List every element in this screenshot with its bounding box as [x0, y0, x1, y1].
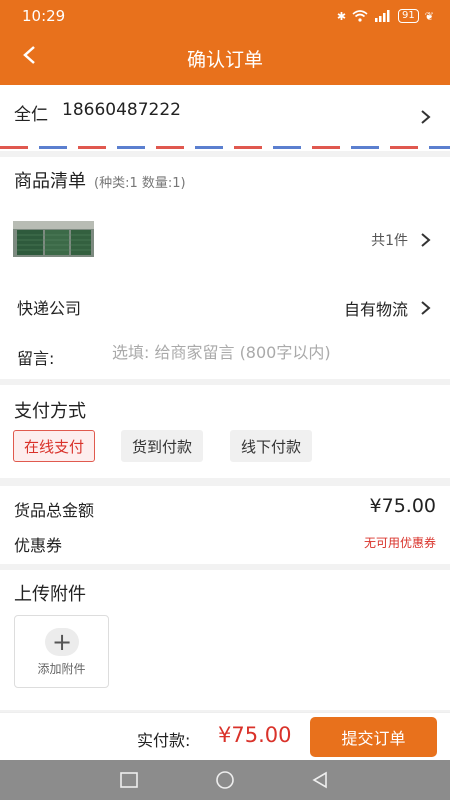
- pay-option-offline[interactable]: 线下付款: [230, 430, 313, 462]
- goods-card: 商品清单 (种类:1 数量:1) 共1件 快递公司 自有物流 留言:: [0, 157, 450, 379]
- payment-card: 支付方式 在线支付 货到付款 线下付款: [0, 385, 450, 478]
- system-back-button[interactable]: [309, 769, 331, 791]
- page-title: 确认订单: [186, 49, 263, 71]
- recipient-phone: 18660487222: [62, 100, 181, 120]
- status-icons: ✱ 91 ❦: [337, 9, 434, 23]
- address-text: 全仁 18660487222: [14, 100, 181, 125]
- wifi-icon: [352, 10, 368, 22]
- recipient-name: 全仁: [14, 105, 48, 125]
- address-card[interactable]: 全仁 18660487222: [0, 85, 450, 151]
- message-label: 留言:: [17, 349, 55, 368]
- bluetooth-icon: ✱: [336, 9, 347, 23]
- add-attachment-label: 添加附件: [37, 662, 86, 676]
- coupon-value[interactable]: 无可用优惠券: [364, 534, 436, 551]
- pay-label: 实付款:: [137, 731, 191, 750]
- express-selector[interactable]: 自有物流: [344, 296, 432, 320]
- chevron-left-icon: [23, 46, 35, 64]
- status-time: 10:29: [22, 7, 66, 25]
- home-button[interactable]: [214, 769, 236, 791]
- total-label: 货品总金额: [14, 501, 95, 520]
- chevron-right-icon: [421, 110, 431, 124]
- upload-title: 上传附件: [14, 584, 86, 605]
- header: 10:29 ✱ 91 ❦ 确认订单: [0, 0, 450, 85]
- amount-card: 货品总金额 ¥75.00 优惠券 无可用优惠券: [0, 486, 450, 564]
- system-nav-bar: [0, 760, 450, 800]
- battery-icon: 91: [398, 9, 419, 23]
- goods-summary: (种类:1 数量:1): [94, 176, 186, 191]
- coupon-label: 优惠券: [14, 536, 63, 555]
- total-value: ¥75.00: [369, 495, 436, 517]
- payment-title: 支付方式: [14, 401, 86, 422]
- circle-icon: [216, 771, 234, 789]
- product-count: 共1件: [371, 233, 408, 249]
- back-button[interactable]: [14, 40, 44, 70]
- plus-icon: +: [45, 628, 79, 656]
- recents-button[interactable]: [118, 769, 140, 791]
- nav-bar: 确认订单: [0, 32, 450, 85]
- goods-header: 商品清单 (种类:1 数量:1): [14, 167, 186, 193]
- pay-total: ¥75.00: [218, 723, 292, 747]
- bottom-bar: 实付款: ¥75.00 提交订单: [0, 712, 450, 760]
- product-thumbnail[interactable]: [13, 221, 94, 257]
- chevron-right-icon: [421, 233, 431, 247]
- chevron-right-icon: [421, 301, 431, 315]
- express-label: 快递公司: [17, 299, 82, 318]
- address-stripe: [0, 146, 450, 149]
- pay-option-online[interactable]: 在线支付: [13, 430, 96, 462]
- express-value: 自有物流: [343, 300, 408, 319]
- leaf-icon: ❦: [424, 9, 434, 23]
- product-count-row[interactable]: 共1件: [371, 230, 432, 250]
- pay-option-cod[interactable]: 货到付款: [121, 430, 204, 462]
- square-icon: [120, 772, 138, 788]
- add-attachment-button[interactable]: + 添加附件: [14, 615, 109, 688]
- goods-title: 商品清单: [14, 171, 86, 192]
- signal-icon: [375, 10, 390, 22]
- submit-order-button[interactable]: 提交订单: [310, 717, 437, 757]
- upload-card: 上传附件 + 添加附件: [0, 570, 450, 710]
- status-bar: 10:29 ✱ 91 ❦: [0, 0, 450, 32]
- triangle-back-icon: [312, 771, 327, 789]
- message-input[interactable]: [112, 343, 432, 362]
